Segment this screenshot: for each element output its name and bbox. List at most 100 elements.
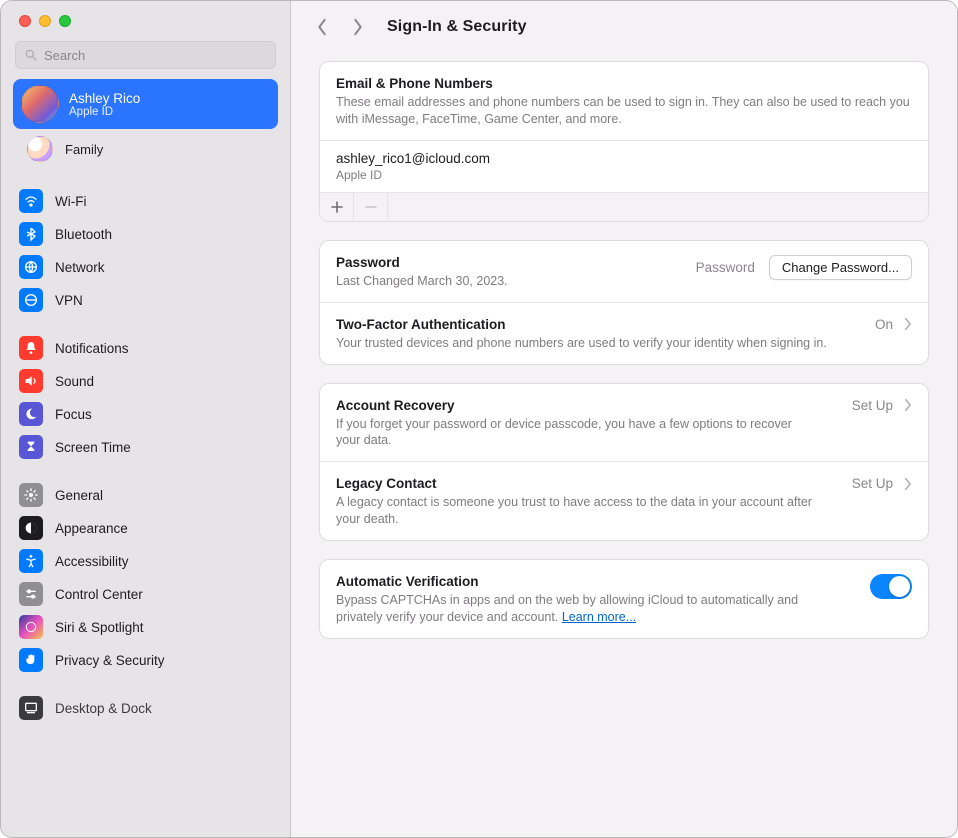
- email-phone-card: Email & Phone Numbers These email addres…: [319, 61, 929, 222]
- sidebar-item-label: Focus: [55, 407, 92, 422]
- email-sub: Apple ID: [336, 168, 912, 182]
- sidebar-item-label: Desktop & Dock: [55, 701, 152, 716]
- sidebar-item-appearance[interactable]: Appearance: [13, 512, 278, 544]
- sidebar-item-label: Screen Time: [55, 440, 131, 455]
- account-sub: Apple ID: [69, 106, 140, 118]
- sidebar-item-controlcenter[interactable]: Control Center: [13, 578, 278, 610]
- recovery-row[interactable]: Account Recovery If you forget your pass…: [320, 384, 928, 462]
- dock-icon: [19, 696, 43, 720]
- sidebar-item-label: Accessibility: [55, 554, 129, 569]
- legacy-desc: A legacy contact is someone you trust to…: [336, 494, 816, 528]
- settings-window: Search Ashley Rico Apple ID Family Wi-Fi: [0, 0, 958, 838]
- legacy-row[interactable]: Legacy Contact A legacy contact is someo…: [320, 461, 928, 540]
- siri-icon: [19, 615, 43, 639]
- minimize-window-button[interactable]: [39, 15, 51, 27]
- bluetooth-icon: [19, 222, 43, 246]
- sidebar-item-label: General: [55, 488, 103, 503]
- learn-more-link[interactable]: Learn more...: [562, 610, 636, 624]
- sidebar-item-focus[interactable]: Focus: [13, 398, 278, 430]
- password-card: Password Last Changed March 30, 2023. Pa…: [319, 240, 929, 365]
- sidebar-account[interactable]: Ashley Rico Apple ID: [13, 79, 278, 129]
- recovery-status: Set Up: [852, 398, 893, 413]
- search-input[interactable]: Search: [15, 41, 276, 69]
- sliders-icon: [19, 582, 43, 606]
- window-controls: [1, 1, 290, 37]
- sidebar-item-network[interactable]: Network: [13, 251, 278, 283]
- network-icon: [19, 255, 43, 279]
- sidebar-item-label: Appearance: [55, 521, 128, 536]
- hand-icon: [19, 648, 43, 672]
- close-window-button[interactable]: [19, 15, 31, 27]
- speaker-icon: [19, 369, 43, 393]
- recovery-desc: If you forget your password or device pa…: [336, 416, 816, 450]
- legacy-status: Set Up: [852, 476, 893, 491]
- chevron-right-icon: [903, 398, 912, 412]
- autoverify-title: Automatic Verification: [336, 574, 912, 589]
- email-phone-desc: These email addresses and phone numbers …: [336, 94, 912, 128]
- twofa-title: Two-Factor Authentication: [336, 317, 912, 332]
- sidebar-item-label: Siri & Spotlight: [55, 620, 144, 635]
- sidebar-item-vpn[interactable]: VPN: [13, 284, 278, 316]
- autoverify-desc: Bypass CAPTCHAs in apps and on the web b…: [336, 592, 836, 626]
- twofa-desc: Your trusted devices and phone numbers a…: [336, 335, 836, 352]
- twofa-row[interactable]: Two-Factor Authentication Your trusted d…: [320, 302, 928, 364]
- autoverify-card: Automatic Verification Bypass CAPTCHAs i…: [319, 559, 929, 639]
- family-label: Family: [65, 142, 103, 157]
- bell-icon: [19, 336, 43, 360]
- sidebar-item-general[interactable]: General: [13, 479, 278, 511]
- sidebar-item-accessibility[interactable]: Accessibility: [13, 545, 278, 577]
- content: Email & Phone Numbers These email addres…: [291, 53, 957, 837]
- wifi-icon: [19, 189, 43, 213]
- moon-icon: [19, 402, 43, 426]
- autoverify-toggle[interactable]: [870, 574, 912, 599]
- sidebar-item-label: Privacy & Security: [55, 653, 165, 668]
- main-panel: Sign-In & Security Email & Phone Numbers…: [291, 1, 957, 837]
- fullscreen-window-button[interactable]: [59, 15, 71, 27]
- search-placeholder: Search: [44, 48, 85, 63]
- sidebar-family[interactable]: Family: [13, 131, 278, 170]
- sidebar-item-label: Bluetooth: [55, 227, 112, 242]
- account-name: Ashley Rico: [69, 91, 140, 106]
- password-label: Password: [696, 260, 755, 275]
- sidebar-item-privacy[interactable]: Privacy & Security: [13, 644, 278, 676]
- sidebar-item-label: Control Center: [55, 587, 143, 602]
- email-phone-title: Email & Phone Numbers: [336, 76, 912, 91]
- recovery-card: Account Recovery If you forget your pass…: [319, 383, 929, 542]
- sidebar-item-sound[interactable]: Sound: [13, 365, 278, 397]
- add-email-button[interactable]: [320, 193, 354, 221]
- search-icon: [24, 48, 38, 62]
- toolbar: Sign-In & Security: [291, 1, 957, 53]
- remove-email-button[interactable]: [354, 193, 388, 221]
- family-icon: [27, 136, 53, 162]
- sidebar-item-label: VPN: [55, 293, 83, 308]
- accessibility-icon: [19, 549, 43, 573]
- sidebar-item-notifications[interactable]: Notifications: [13, 332, 278, 364]
- forward-button[interactable]: [347, 16, 369, 38]
- email-row[interactable]: ashley_rico1@icloud.com Apple ID: [320, 140, 928, 192]
- twofa-status: On: [875, 317, 893, 332]
- vpn-icon: [19, 288, 43, 312]
- avatar: [21, 85, 59, 123]
- sidebar: Search Ashley Rico Apple ID Family Wi-Fi: [1, 1, 291, 837]
- sidebar-item-siri[interactable]: Siri & Spotlight: [13, 611, 278, 643]
- recovery-title: Account Recovery: [336, 398, 912, 413]
- chevron-right-icon: [903, 477, 912, 491]
- sidebar-item-bluetooth[interactable]: Bluetooth: [13, 218, 278, 250]
- sidebar-item-label: Notifications: [55, 341, 129, 356]
- sidebar-item-wifi[interactable]: Wi-Fi: [13, 185, 278, 217]
- appearance-icon: [19, 516, 43, 540]
- change-password-button[interactable]: Change Password...: [769, 255, 912, 280]
- password-row: Password Last Changed March 30, 2023. Pa…: [320, 241, 928, 302]
- sidebar-item-screentime[interactable]: Screen Time: [13, 431, 278, 463]
- sidebar-item-desktop[interactable]: Desktop & Dock: [13, 692, 278, 724]
- hourglass-icon: [19, 435, 43, 459]
- chevron-right-icon: [903, 317, 912, 331]
- sidebar-item-label: Wi-Fi: [55, 194, 86, 209]
- email-toolbar: [320, 192, 928, 221]
- sidebar-item-label: Network: [55, 260, 105, 275]
- gear-icon: [19, 483, 43, 507]
- back-button[interactable]: [311, 16, 333, 38]
- page-title: Sign-In & Security: [387, 18, 527, 36]
- legacy-title: Legacy Contact: [336, 476, 912, 491]
- autoverify-row: Automatic Verification Bypass CAPTCHAs i…: [320, 560, 928, 638]
